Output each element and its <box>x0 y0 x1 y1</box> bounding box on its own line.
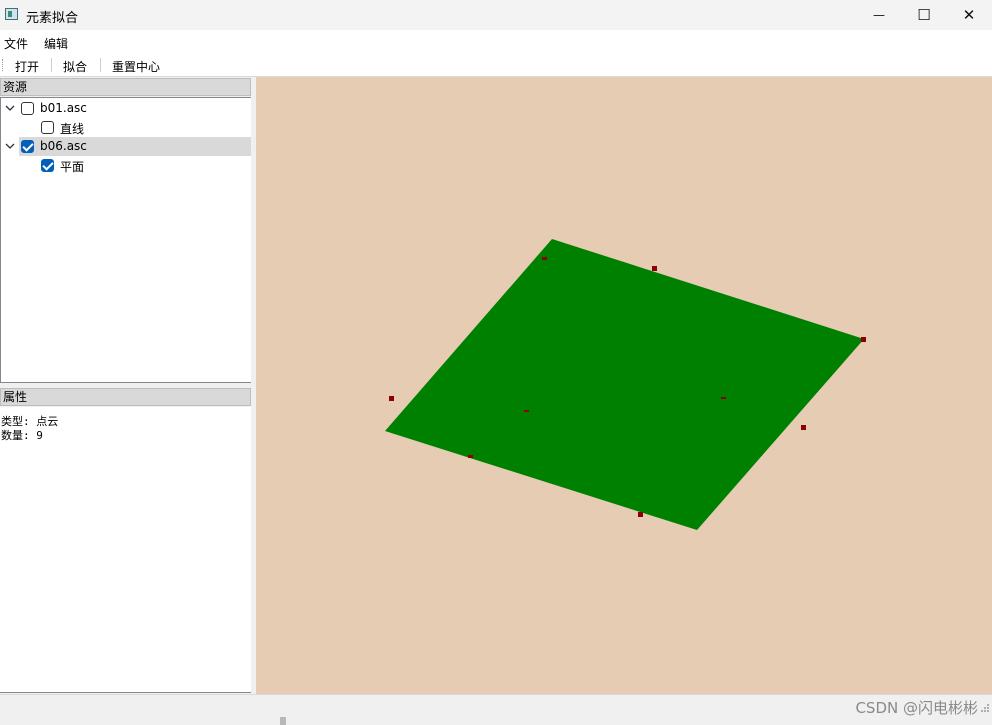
point-marker <box>638 512 643 517</box>
toolbar-separator <box>51 58 52 72</box>
window-title: 元素拟合 <box>26 11 79 26</box>
maximize-icon: ☐ <box>917 6 931 24</box>
close-button[interactable]: ✕ <box>946 0 992 30</box>
point-marker <box>389 396 394 401</box>
tree-item-label: b06.asc <box>40 139 87 153</box>
resource-tree[interactable]: b01.asc 直线 b06.asc 平面 <box>0 97 252 383</box>
property-count: 数量: 9 <box>1 429 43 442</box>
toolbar: 打开 拟合 重置中心 <box>0 54 992 77</box>
watermark: CSDN @闪电彬彬 <box>855 699 978 717</box>
tree-item-label: 直线 <box>60 122 85 136</box>
3d-viewport[interactable] <box>256 77 992 694</box>
chevron-down-icon[interactable] <box>4 102 16 114</box>
chevron-down-icon[interactable] <box>4 140 16 152</box>
tree-item-plane[interactable]: 平面 <box>1 156 251 175</box>
b06-checkbox[interactable] <box>21 140 34 153</box>
toolbar-separator <box>100 58 101 72</box>
tree-item-label: b01.asc <box>40 101 87 115</box>
app-icon <box>5 8 18 20</box>
close-icon: ✕ <box>962 6 976 24</box>
b01-checkbox[interactable] <box>21 102 34 115</box>
plane-checkbox[interactable] <box>41 159 54 172</box>
menu-file[interactable]: 文件 <box>4 35 28 52</box>
fit-button[interactable]: 拟合 <box>63 58 87 75</box>
properties-panel: 类型: 点云 数量: 9 <box>0 407 251 693</box>
tree-item-line[interactable]: 直线 <box>1 118 251 137</box>
title-bar: 元素拟合 — ☐ ✕ <box>0 0 992 30</box>
point-marker <box>652 266 657 271</box>
open-button[interactable]: 打开 <box>15 58 39 75</box>
status-bar: CSDN @闪电彬彬 <box>0 694 992 725</box>
menu-edit[interactable]: 编辑 <box>44 35 68 52</box>
point-marker <box>801 425 806 430</box>
properties-header: 属性 <box>0 388 251 406</box>
maximize-button[interactable]: ☐ <box>901 0 947 30</box>
menu-bar: 文件 编辑 <box>0 30 992 54</box>
panel-border <box>0 692 251 693</box>
point-marker <box>524 410 529 412</box>
line-checkbox[interactable] <box>41 121 54 134</box>
toolbar-grip[interactable] <box>2 59 5 71</box>
minimize-button[interactable]: — <box>856 0 902 30</box>
tree-item-b06[interactable]: b06.asc <box>1 137 251 156</box>
size-grip-icon[interactable] <box>980 703 990 713</box>
point-marker <box>861 337 866 342</box>
tree-item-b01[interactable]: b01.asc <box>1 99 251 118</box>
point-marker <box>542 257 547 260</box>
reset-center-button[interactable]: 重置中心 <box>112 58 160 75</box>
scene <box>385 239 866 530</box>
resources-header: 资源 <box>0 78 251 96</box>
point-marker <box>721 397 726 399</box>
point-marker <box>468 455 473 458</box>
minimize-icon: — <box>873 8 885 22</box>
fitted-plane <box>385 239 864 530</box>
tree-item-label: 平面 <box>60 160 85 174</box>
